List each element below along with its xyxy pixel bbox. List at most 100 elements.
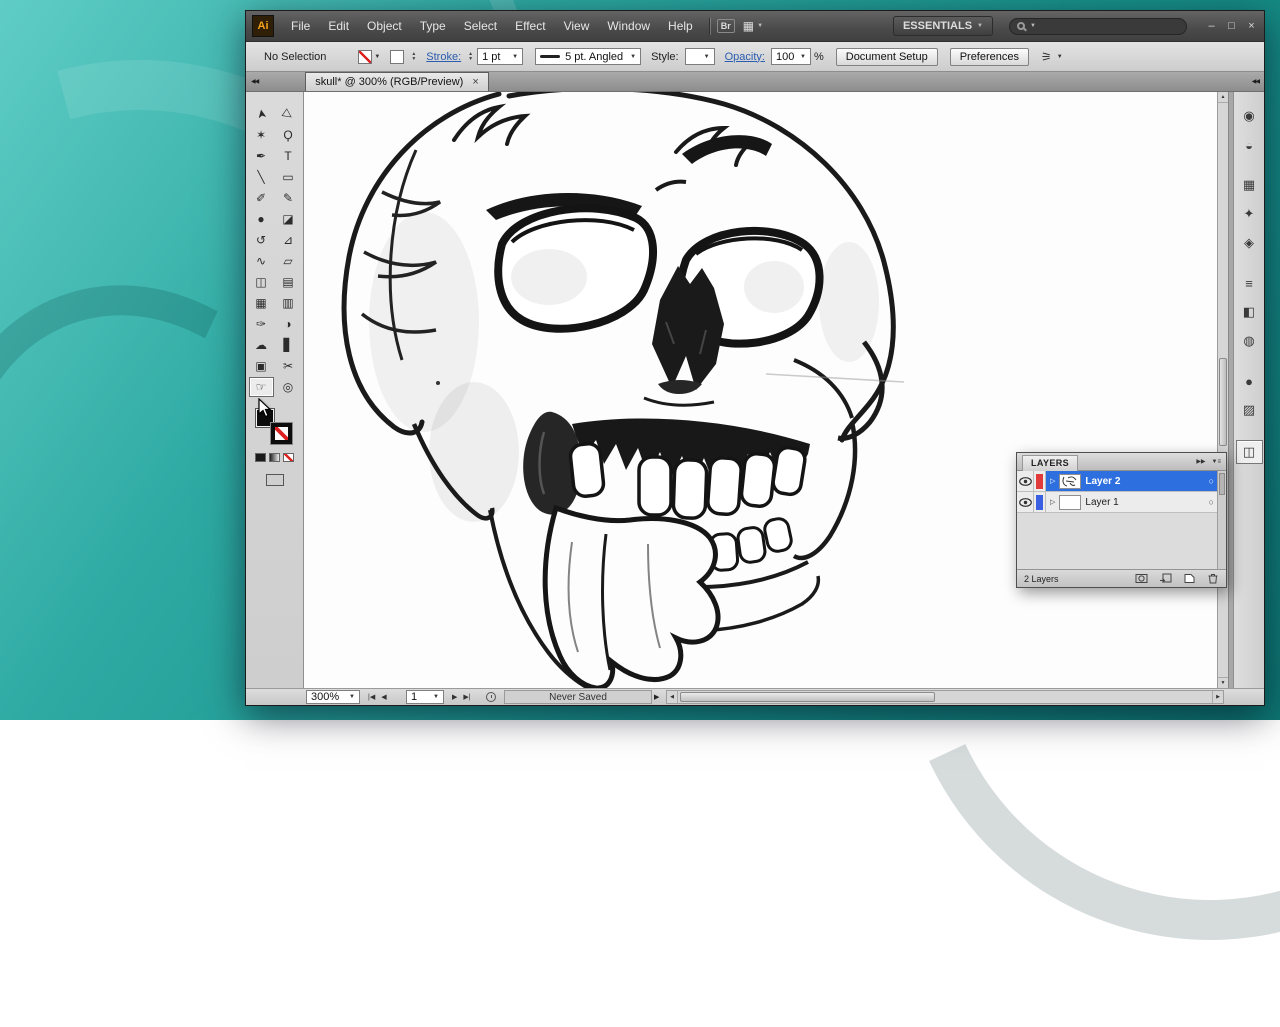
expand-triangle-icon[interactable]: ▷ <box>1050 477 1055 485</box>
blob-brush-tool[interactable]: ● <box>249 209 274 229</box>
layer-row[interactable]: ▷ Layer 2 ○ <box>1017 471 1226 492</box>
spin-down-icon[interactable]: ▼ <box>411 57 416 62</box>
new-layer-icon[interactable] <box>1183 573 1196 584</box>
artboard-navigation-dropdown[interactable]: 1 ▼ <box>406 690 444 704</box>
swatches-panel-icon[interactable]: ▦ <box>1236 173 1263 197</box>
layers-panel-tab[interactable]: LAYERS <box>1022 455 1078 471</box>
magic-wand-tool[interactable]: ✶ <box>249 125 274 145</box>
caret-down-icon[interactable]: ▼ <box>374 54 380 60</box>
layer-name[interactable]: Layer 2 <box>1085 476 1204 487</box>
horizontal-scrollbar[interactable]: ◀ ▶ <box>666 690 1224 704</box>
scroll-down-icon[interactable]: ▼ <box>1218 677 1228 688</box>
layers-scrollbar[interactable] <box>1217 471 1226 569</box>
symbols-panel-icon[interactable]: ◈ <box>1236 231 1263 255</box>
width-tool[interactable]: ∿ <box>249 251 274 271</box>
previous-artboard-icon[interactable]: ◀ <box>381 693 386 701</box>
search-input[interactable]: ▼ <box>1009 18 1187 35</box>
scale-tool[interactable]: ⊿ <box>276 230 301 250</box>
eyedropper-tool[interactable]: ✑ <box>249 314 274 334</box>
paintbrush-tool[interactable]: ✐ <box>249 188 274 208</box>
menu-effect[interactable]: Effect <box>506 11 554 42</box>
layer-target-icon[interactable]: ○ <box>1209 476 1214 486</box>
new-sublayer-icon[interactable] <box>1159 573 1172 584</box>
menu-view[interactable]: View <box>555 11 599 42</box>
layer-thumbnail[interactable] <box>1059 495 1081 510</box>
stroke-link[interactable]: Stroke: <box>426 51 461 63</box>
none-button[interactable] <box>283 453 294 462</box>
screen-mode-button[interactable] <box>266 474 284 486</box>
visibility-toggle-eye-icon[interactable] <box>1017 471 1034 491</box>
close-button[interactable]: × <box>1245 20 1258 32</box>
menu-help[interactable]: Help <box>659 11 702 42</box>
stroke-color-swatch[interactable] <box>271 423 292 444</box>
layer-row[interactable]: ▷ Layer 1 ○ <box>1017 492 1226 513</box>
delete-layer-trash-icon[interactable] <box>1207 573 1219 584</box>
last-artboard-icon[interactable]: ▶| <box>463 693 470 701</box>
vertical-scrollbar[interactable]: ▲ ▼ <box>1217 92 1228 688</box>
color-guide-panel-icon[interactable]: ◒ <box>1236 133 1263 157</box>
menu-file[interactable]: File <box>282 11 319 42</box>
menu-window[interactable]: Window <box>598 11 659 42</box>
selection-tool[interactable]: ➤ <box>249 100 273 128</box>
vertical-scroll-thumb[interactable] <box>1219 358 1227 446</box>
transparency-panel-icon[interactable]: ◍ <box>1236 329 1263 353</box>
scroll-left-icon[interactable]: ◀ <box>667 691 678 703</box>
document-setup-button[interactable]: Document Setup <box>836 48 938 66</box>
free-transform-tool[interactable]: ▱ <box>276 251 301 271</box>
color-panel-icon[interactable]: ◉ <box>1236 104 1263 128</box>
stroke-weight-dropdown[interactable]: 1 pt ▼ <box>477 48 523 65</box>
column-graph-tool[interactable]: ▋ <box>276 335 301 355</box>
align-options-button[interactable]: ⚞ ▼ <box>1041 50 1063 64</box>
type-tool[interactable]: T <box>276 146 301 166</box>
rotate-tool[interactable]: ↺ <box>249 230 274 250</box>
expand-triangle-icon[interactable]: ▷ <box>1050 498 1055 506</box>
document-tab[interactable]: skull* @ 300% (RGB/Preview) × <box>305 72 489 91</box>
collapse-dock-icon[interactable]: ◀◀ <box>1247 78 1264 85</box>
tab-close-icon[interactable]: × <box>472 76 478 88</box>
blend-tool[interactable]: ◑ <box>276 314 301 334</box>
scroll-up-icon[interactable]: ▲ <box>1218 92 1228 103</box>
maximize-button[interactable]: □ <box>1225 20 1238 32</box>
make-clipping-mask-icon[interactable] <box>1135 573 1148 584</box>
menu-edit[interactable]: Edit <box>319 11 358 42</box>
zoom-tool[interactable]: ◎ <box>276 377 301 397</box>
eraser-tool[interactable]: ◪ <box>276 209 301 229</box>
arrange-documents-button[interactable]: ▦ ▼ <box>743 19 763 33</box>
opacity-input[interactable]: 100 ▼ <box>771 48 811 65</box>
graphic-styles-panel-icon[interactable]: ▨ <box>1236 398 1263 422</box>
zoom-level-dropdown[interactable]: 300% ▼ <box>306 690 360 704</box>
panel-menu-icon[interactable]: ▼≡ <box>1212 459 1221 465</box>
layer-target-icon[interactable]: ○ <box>1209 497 1214 507</box>
stroke-spinner[interactable]: ▲ ▼ <box>411 52 416 62</box>
shape-builder-tool[interactable]: ◫ <box>249 272 274 292</box>
layers-scroll-thumb[interactable] <box>1219 473 1225 495</box>
style-dropdown[interactable]: ▼ <box>685 48 715 65</box>
menu-object[interactable]: Object <box>358 11 411 42</box>
hand-tool[interactable]: ☞ <box>249 377 274 397</box>
layer-name[interactable]: Layer 1 <box>1085 497 1204 508</box>
stroke-swatch-icon[interactable] <box>390 50 404 64</box>
rectangle-tool[interactable]: ▭ <box>276 167 301 187</box>
artboard-tool[interactable]: ▣ <box>249 356 274 376</box>
visibility-toggle-eye-icon[interactable] <box>1017 492 1034 512</box>
perspective-grid-tool[interactable]: ▤ <box>276 272 301 292</box>
status-options-icon[interactable]: ▶ <box>654 690 659 704</box>
brushes-panel-icon[interactable]: ✦ <box>1236 202 1263 226</box>
workspace-switcher[interactable]: ESSENTIALS ▼ <box>893 16 993 36</box>
canvas[interactable] <box>304 92 1217 688</box>
pen-tool[interactable]: ✒ <box>249 146 274 166</box>
scroll-right-icon[interactable]: ▶ <box>1212 691 1223 703</box>
stroke-weight-spinner[interactable]: ▲ ▼ <box>468 52 473 62</box>
layers-panel-icon[interactable]: ◫ <box>1236 440 1263 464</box>
gradient-panel-icon[interactable]: ◧ <box>1236 300 1263 324</box>
next-artboard-icon[interactable]: ▶ <box>452 693 457 701</box>
lasso-tool[interactable]: Ϙ <box>276 125 301 145</box>
minimize-button[interactable]: – <box>1205 20 1218 32</box>
color-button[interactable] <box>255 453 266 462</box>
save-status-field[interactable]: Never Saved <box>504 690 652 704</box>
preferences-button[interactable]: Preferences <box>950 48 1029 66</box>
go-to-bridge-icon[interactable]: Br <box>717 19 735 33</box>
brush-definition-dropdown[interactable]: 5 pt. Angled ▼ <box>535 48 641 65</box>
fill-swatch-none-icon[interactable] <box>358 50 372 64</box>
symbol-sprayer-tool[interactable]: ☁ <box>249 335 274 355</box>
